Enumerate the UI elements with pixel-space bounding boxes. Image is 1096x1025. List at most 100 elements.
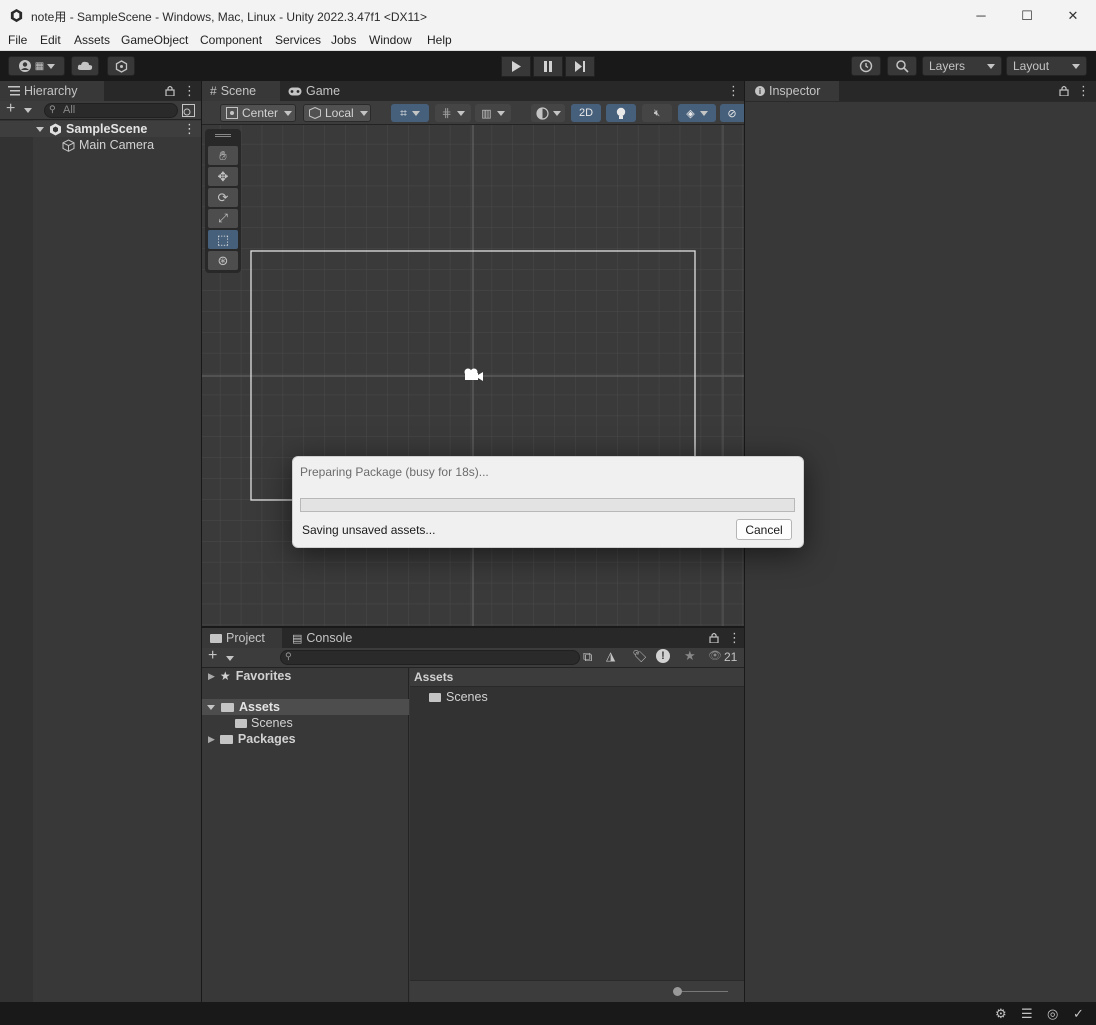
cloud-button[interactable] (71, 56, 99, 76)
lock-icon[interactable] (709, 632, 719, 643)
menu-jobs[interactable]: Jobs (331, 33, 356, 47)
menu-file[interactable]: File (8, 33, 27, 47)
breadcrumb-assets[interactable]: Assets (414, 670, 453, 684)
add-icon[interactable]: + (6, 100, 15, 118)
pause-icon (544, 61, 552, 72)
drag-handle-icon[interactable] (215, 134, 231, 137)
tab-inspector[interactable]: i Inspector (745, 81, 839, 101)
step-button[interactable] (565, 56, 595, 77)
effects-dropdown[interactable]: ◈ (678, 104, 716, 122)
more-options-icon[interactable]: ⋮ (1077, 83, 1090, 99)
account-button[interactable]: ▦ (8, 56, 65, 76)
draw-mode-dropdown[interactable] (531, 104, 565, 122)
pivot-dropdown[interactable]: Center (220, 104, 296, 122)
tab-console[interactable]: ▤ Console (284, 628, 364, 648)
rect-tool-button[interactable]: ⬚ (208, 230, 238, 249)
menu-component[interactable]: Component (200, 33, 262, 47)
auto-generate-lighting-icon[interactable]: ◎ (1047, 1006, 1058, 1022)
space-dropdown[interactable]: Local (303, 104, 371, 122)
undo-history-button[interactable] (851, 56, 881, 76)
chevron-down-icon[interactable] (24, 108, 32, 113)
project-search-input[interactable]: ⚲ (280, 650, 580, 665)
more-options-icon[interactable]: ⋮ (183, 83, 196, 99)
tree-row-main-camera[interactable]: Main Camera (0, 137, 201, 153)
menu-window[interactable]: Window (369, 33, 412, 47)
menu-assets[interactable]: Assets (74, 33, 110, 47)
asset-item-scenes[interactable]: Scenes (410, 689, 744, 705)
tab-game[interactable]: Game (280, 81, 350, 101)
filter-by-type-icon[interactable]: ◮ (606, 649, 615, 663)
rotate-tool-button[interactable]: ⟳ (208, 188, 238, 207)
chevron-down-icon[interactable] (226, 656, 234, 661)
layout-dropdown[interactable]: Layout (1006, 56, 1087, 76)
filter-by-label-icon[interactable]: 🏷︎ (632, 649, 647, 663)
debug-mode-icon[interactable]: ⚙︎ (995, 1006, 1007, 1022)
menu-edit[interactable]: Edit (40, 33, 61, 47)
lightbulb-icon (616, 107, 626, 119)
play-button[interactable] (501, 56, 531, 77)
progress-check-icon[interactable]: ✓ (1073, 1006, 1084, 1022)
pause-button[interactable] (533, 56, 563, 77)
tree-row-favorites[interactable]: ▶ ★ Favorites (202, 668, 409, 684)
expand-arrow-icon[interactable]: ▶ (208, 671, 215, 682)
hierarchy-search-input[interactable]: ⚲ All (44, 103, 178, 118)
more-options-icon[interactable]: ⋮ (727, 83, 740, 99)
hand-tool-button[interactable]: ✋︎ (208, 146, 238, 165)
more-options-icon[interactable]: ⋮ (728, 630, 741, 646)
menu-services[interactable]: Services (275, 33, 321, 47)
audio-toggle[interactable]: 🔇︎ (642, 104, 672, 122)
zoom-slider-track[interactable] (678, 991, 728, 992)
more-options-icon[interactable]: ⋮ (183, 121, 196, 137)
tree-row-packages[interactable]: ▶ Packages (202, 731, 409, 747)
add-icon[interactable]: + (208, 647, 217, 665)
hierarchy-panel: Hierarchy ⋮ + ⚲ All SampleScene ⋮ Main C… (0, 81, 201, 1002)
warning-filter-icon[interactable]: ! (656, 649, 670, 663)
toggle-2d-button[interactable]: 2D (571, 104, 601, 122)
collab-button[interactable] (107, 56, 135, 76)
menu-help[interactable]: Help (427, 33, 452, 47)
scene-visibility-toggle[interactable]: ⊘ (720, 104, 744, 122)
cancel-button[interactable]: Cancel (736, 519, 792, 540)
chevron-down-icon (552, 110, 561, 116)
expand-arrow-icon[interactable]: ▶ (208, 734, 215, 745)
info-icon: i (755, 86, 765, 96)
zoom-slider-thumb[interactable] (673, 987, 682, 996)
tab-scene[interactable]: # Scene (202, 81, 280, 101)
rect-transform-icon: ⬚ (216, 231, 230, 247)
tree-row-assets[interactable]: Assets (202, 699, 409, 715)
tree-row-scene[interactable]: SampleScene ⋮ (0, 121, 201, 137)
tab-project[interactable]: Project (202, 628, 282, 648)
lock-icon[interactable] (165, 85, 175, 96)
increment-snap-toggle[interactable]: ▥ (475, 104, 511, 122)
layers-dropdown[interactable]: Layers (922, 56, 1002, 76)
grid-snapping-toggle[interactable]: ⌗ (391, 104, 429, 122)
chevron-down-icon (699, 110, 708, 116)
grid-hash-icon: # (210, 84, 217, 98)
close-button[interactable]: ✕ (1050, 0, 1096, 31)
transform-tool-button[interactable]: ⊛ (208, 251, 238, 270)
expand-arrow-icon[interactable] (36, 126, 44, 132)
lighting-toggle[interactable] (606, 104, 636, 122)
visibility-eye-icon[interactable]: 👁︎ (708, 649, 722, 662)
expand-arrow-icon[interactable] (207, 704, 215, 710)
dialog-status: Saving unsaved assets... (302, 523, 436, 537)
tab-hierarchy[interactable]: Hierarchy (0, 81, 104, 101)
tree-row-scenes[interactable]: Scenes (202, 715, 409, 731)
cache-server-icon[interactable]: ☰ (1021, 1006, 1033, 1022)
search-by-type-icon[interactable]: ⧉ (583, 649, 592, 665)
grid-visibility-toggle[interactable]: ⋕ (435, 104, 471, 122)
scale-tool-button[interactable]: ⤢ (208, 209, 238, 228)
maximize-button[interactable]: ☐ (1004, 0, 1050, 31)
chevron-down-icon (1072, 63, 1080, 69)
hierarchy-tabbar: Hierarchy ⋮ (0, 81, 201, 101)
move-tool-button[interactable]: ✥ (208, 167, 238, 186)
search-button[interactable] (887, 56, 917, 76)
minimize-button[interactable]: ─ (958, 0, 1004, 31)
chevron-down-icon (284, 110, 293, 116)
scene-viewport[interactable]: ✋︎ ✥ ⟳ ⤢ ⬚ ⊛ (202, 125, 744, 626)
menu-gameobject[interactable]: GameObject (121, 33, 188, 47)
lock-icon[interactable] (1059, 85, 1069, 96)
folder-icon (429, 692, 441, 702)
search-by-type-icon[interactable] (182, 104, 195, 117)
favorite-star-icon[interactable]: ★ (684, 648, 696, 664)
